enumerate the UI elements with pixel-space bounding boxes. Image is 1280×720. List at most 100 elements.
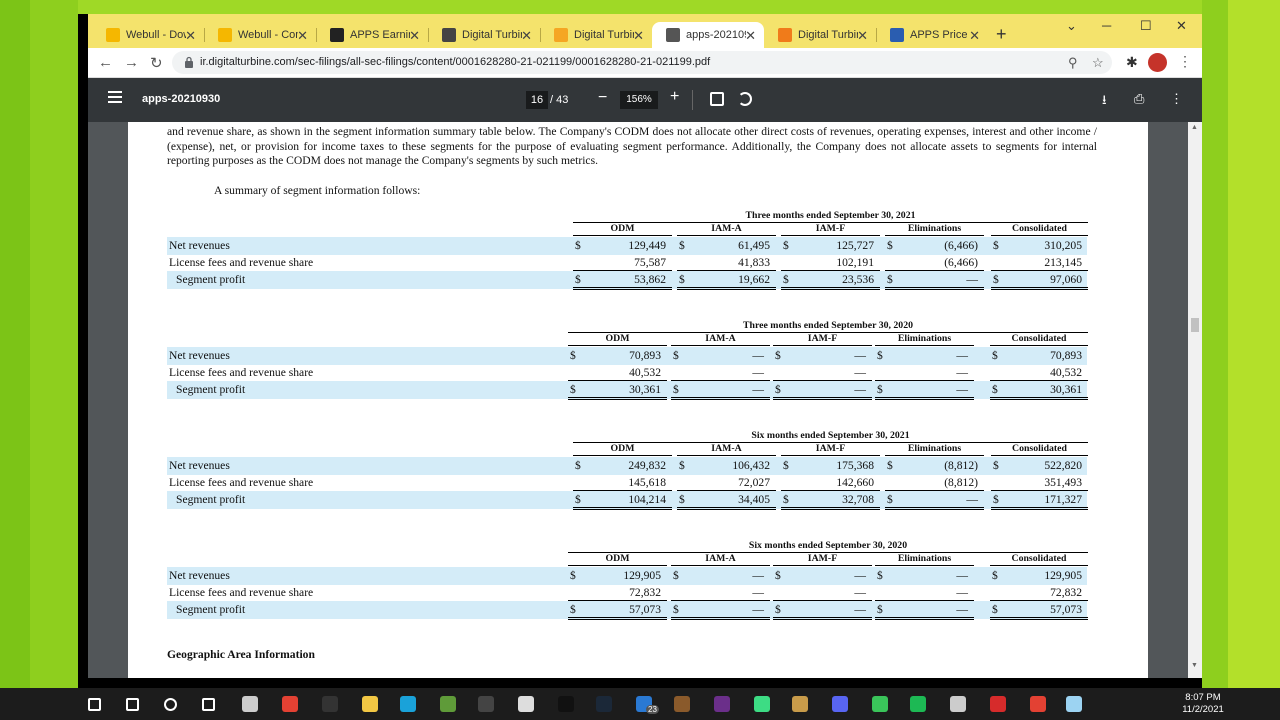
column-header-rule (991, 455, 1088, 456)
tab-close-icon[interactable]: ✕ (745, 28, 756, 44)
task-view-icon[interactable] (202, 698, 215, 711)
scroll-up-arrow-icon[interactable]: ▲ (1191, 124, 1198, 131)
tab-7[interactable]: APPS Price Ta✕ (876, 22, 988, 48)
table-cell: 72,832 (1050, 586, 1082, 599)
lock-icon[interactable] (184, 56, 194, 68)
tool-icon[interactable] (792, 696, 808, 712)
zoom-in-button[interactable]: + (670, 88, 679, 106)
table-cell: 522,820 (1044, 459, 1082, 472)
steam-icon[interactable] (596, 696, 612, 712)
pdf-viewport[interactable]: and revenue share, as shown in the segme… (88, 122, 1202, 678)
red-app-icon[interactable] (990, 696, 1006, 712)
tab-close-icon[interactable]: ✕ (633, 28, 644, 44)
zoom-out-button[interactable]: − (598, 89, 607, 107)
scroll-down-arrow-icon[interactable]: ▼ (1191, 662, 1198, 669)
dollar-sign: $ (673, 349, 679, 362)
chat-icon[interactable] (872, 696, 888, 712)
new-tab-button[interactable]: + (996, 24, 1007, 45)
tab-close-icon[interactable]: ✕ (185, 28, 196, 44)
cortana-icon[interactable] (164, 698, 177, 711)
tab-3[interactable]: Digital Turbine✕ (428, 22, 540, 48)
table-cell: — (956, 586, 968, 599)
chrome-menu-icon[interactable]: ⋮ (1178, 53, 1192, 70)
column-header-rule (568, 565, 667, 566)
zoom-icon[interactable]: ⚲ (1068, 55, 1078, 71)
total-double-rule (990, 617, 1088, 620)
tab-4[interactable]: Digital Turbine✕ (540, 22, 652, 48)
tab-close-icon[interactable]: ✕ (857, 28, 868, 44)
total-double-rule (671, 617, 770, 620)
tab-5[interactable]: apps-2021093✕ (652, 22, 764, 48)
hamburger-menu-icon[interactable] (108, 91, 122, 103)
table-cell: — (752, 366, 764, 379)
file-explorer-icon[interactable] (362, 696, 378, 712)
page-number-input[interactable]: 16 (526, 91, 548, 109)
chrome-icon[interactable] (282, 696, 298, 712)
dollar-sign: $ (575, 493, 581, 506)
dollar-sign: $ (877, 569, 883, 582)
table-period-title: Three months ended September 30, 2021 (745, 210, 916, 221)
search-icon[interactable] (126, 698, 139, 711)
pen-icon[interactable] (242, 696, 258, 712)
total-double-rule (573, 507, 672, 510)
tab-1[interactable]: Webull - Comp✕ (204, 22, 316, 48)
tab-close-icon[interactable]: ✕ (409, 28, 420, 44)
system-clock[interactable]: 8:07 PM 11/2/2021 (1176, 692, 1230, 716)
android-studio-icon[interactable] (754, 696, 770, 712)
game-icon[interactable] (558, 696, 574, 712)
table-cell: 106,432 (732, 459, 770, 472)
fit-to-page-icon[interactable] (710, 92, 724, 106)
more-actions-icon[interactable]: ⋮ (1170, 91, 1183, 107)
back-button[interactable]: ← (98, 54, 113, 71)
close-window-button[interactable]: ✕ (1176, 18, 1187, 34)
minimize-button[interactable]: ─ (1102, 18, 1111, 33)
tab-close-icon[interactable]: ✕ (521, 28, 532, 44)
geographic-heading: Geographic Area Information (167, 648, 315, 661)
tab-separator (876, 28, 877, 42)
pdf-page: and revenue share, as shown in the segme… (128, 122, 1148, 678)
total-double-rule (677, 507, 776, 510)
notepad-icon[interactable] (1066, 696, 1082, 712)
tab-label: Webull - Comp (238, 29, 298, 41)
table-cell: 129,449 (628, 239, 666, 252)
target-icon[interactable] (950, 696, 966, 712)
extensions-icon[interactable]: ✱ (1126, 54, 1138, 71)
spotify-icon[interactable] (910, 696, 926, 712)
epic-games-icon[interactable] (322, 696, 338, 712)
minecraft-icon[interactable] (440, 696, 456, 712)
tab-close-icon[interactable]: ✕ (297, 28, 308, 44)
discord-icon[interactable] (832, 696, 848, 712)
omnibox[interactable]: ir.digitalturbine.com/sec-filings/all-se… (172, 51, 1112, 74)
bookmark-star-icon[interactable]: ☆ (1092, 55, 1104, 71)
obs-icon[interactable] (478, 696, 494, 712)
store-icon[interactable] (518, 696, 534, 712)
rotate-icon[interactable] (738, 92, 752, 106)
column-header-rule (781, 455, 880, 456)
edge-icon[interactable] (400, 696, 416, 712)
vs-icon[interactable] (714, 696, 730, 712)
maximize-button[interactable]: ☐ (1140, 18, 1152, 34)
tab-2[interactable]: APPS Earnings✕ (316, 22, 428, 48)
download-icon[interactable]: ⭳ (1102, 91, 1107, 113)
zoom-level-input[interactable]: 156% (620, 91, 658, 109)
print-icon[interactable]: ⎙ (1134, 91, 1144, 107)
forward-button[interactable]: → (124, 54, 139, 71)
profile-avatar[interactable] (1148, 53, 1167, 72)
row-label: Net revenues (169, 569, 230, 582)
tab-close-icon[interactable]: ✕ (969, 28, 980, 44)
dollar-sign: $ (992, 603, 998, 616)
reload-button[interactable]: ↻ (150, 54, 163, 72)
tab-6[interactable]: Digital Turbine✕ (764, 22, 876, 48)
start-icon[interactable] (88, 698, 101, 711)
chrome-icon-2[interactable] (1030, 696, 1046, 712)
table-cell: — (966, 273, 978, 286)
tab-search-icon[interactable]: ⌄ (1066, 18, 1077, 34)
table-cell: 30,361 (1050, 383, 1082, 396)
app-icon (778, 28, 792, 42)
wood-app-icon[interactable] (674, 696, 690, 712)
table-cell: 310,205 (1044, 239, 1082, 252)
vertical-scrollbar[interactable]: ▲ ▼ (1188, 122, 1202, 678)
tab-0[interactable]: Webull - Dow ✕ (92, 22, 204, 48)
scrollbar-thumb[interactable] (1191, 318, 1199, 332)
url-text[interactable]: ir.digitalturbine.com/sec-filings/all-se… (200, 56, 710, 68)
